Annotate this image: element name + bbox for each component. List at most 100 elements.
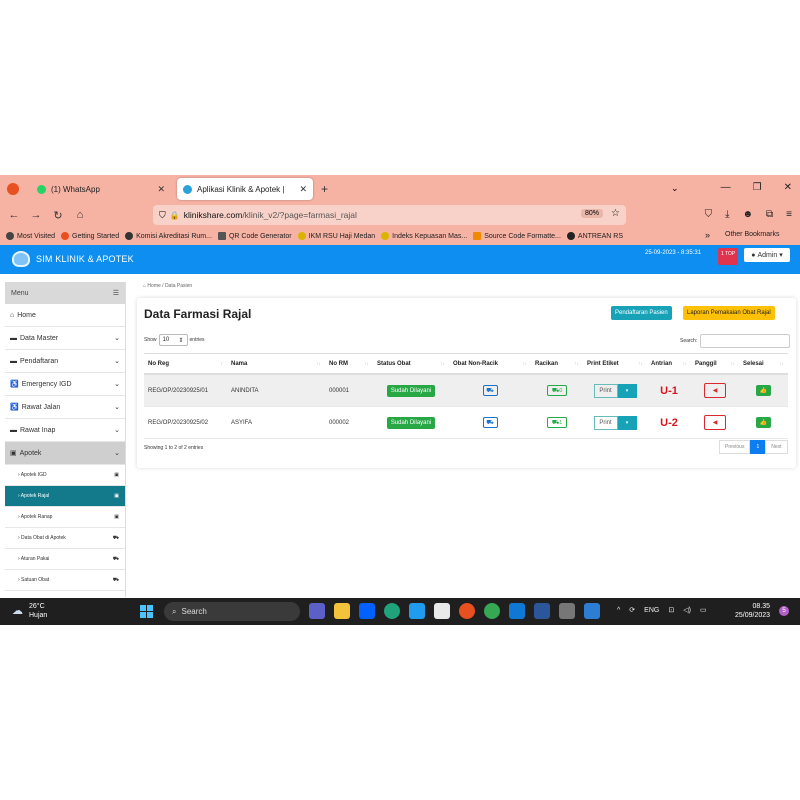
bookmark-komisi[interactable]: Komisi Akreditasi Rum...	[125, 232, 212, 240]
sidebar-item-rawat-inap[interactable]: ▬ Rawat Inap ⌄	[5, 419, 125, 442]
sidebar-subitem[interactable]: › Data Obat di Apotek ⛟	[5, 528, 125, 549]
snipping-tool-icon[interactable]	[584, 603, 600, 619]
sidebar-subitem[interactable]: › Apotek IGD ▣	[5, 465, 125, 486]
chrome-icon[interactable]	[484, 603, 500, 619]
laporan-pemakaian-button[interactable]: Laporan Pemakaian Obat Rajal	[683, 306, 775, 320]
zoom-badge[interactable]: 80%	[580, 209, 603, 218]
battery-icon[interactable]: ▭	[700, 606, 707, 614]
pendaftaran-pasien-button[interactable]: Pendaftaran Pasien	[611, 306, 672, 320]
next-button[interactable]: Next	[765, 440, 788, 454]
other-bookmarks[interactable]: Other Bookmarks	[725, 231, 779, 238]
breadcrumb-home[interactable]: Home	[147, 283, 160, 289]
sidebar-subitem[interactable]: › Apotek Ranap ▣	[5, 507, 125, 528]
user-menu-button[interactable]: ● Admin ▾	[744, 248, 790, 262]
download-icon[interactable]: ⤓	[725, 209, 729, 220]
start-icon[interactable]	[140, 605, 153, 618]
vscode-icon[interactable]	[409, 603, 425, 619]
previous-button[interactable]: Previous	[719, 440, 751, 454]
bookmark-getting-started[interactable]: Getting Started	[61, 232, 119, 240]
close-icon[interactable]: ✕	[157, 184, 165, 195]
tab-whatsapp[interactable]: (1) WhatsApp ✕	[31, 178, 171, 200]
column-header[interactable]: No RM ↑↓	[325, 361, 373, 367]
column-header[interactable]: Selesai ↑↓	[739, 361, 788, 367]
print-button[interactable]: Print	[593, 415, 618, 430]
file-explorer-icon[interactable]	[334, 603, 350, 619]
column-header[interactable]: No Reg ↕	[144, 361, 227, 367]
store-icon[interactable]	[434, 603, 450, 619]
sidebar-item-pendaftaran[interactable]: ▬ Pendaftaran ⌄	[5, 350, 125, 373]
print-dropdown-button[interactable]: ▾	[617, 383, 637, 398]
column-header[interactable]: Status Obat ↑↓	[373, 361, 449, 367]
word-icon[interactable]	[534, 603, 550, 619]
weather-widget[interactable]: ☁ 26°C Hujan	[12, 602, 47, 620]
list-toggle-icon[interactable]: ☰	[113, 289, 119, 297]
extensions-icon[interactable]: ⧉	[766, 209, 773, 220]
dropbox-icon[interactable]	[359, 603, 375, 619]
column-header[interactable]: Obat Non-Racik ↑↓	[449, 361, 531, 367]
obat-non-racik-button[interactable]: ⛟	[482, 417, 498, 428]
sidebar-item-rawat-jalan[interactable]: ♿ Rawat Jalan ⌄	[5, 396, 125, 419]
chevron-up-icon[interactable]: ^	[617, 607, 620, 614]
chevron-down-icon[interactable]: ⌄	[671, 183, 679, 194]
entries-select[interactable]: 10 ⇕	[158, 334, 188, 346]
forward-icon[interactable]: →	[25, 209, 47, 221]
bookmark-ikm[interactable]: IKM RSU Haji Medan	[297, 232, 375, 240]
firefox-taskbar-icon[interactable]	[459, 603, 475, 619]
close-window-icon[interactable]: ✕	[784, 182, 792, 193]
menu-icon[interactable]: ≡	[786, 209, 792, 220]
bookmark-qr-code[interactable]: QR Code Generator	[217, 232, 292, 240]
back-icon[interactable]: ←	[3, 209, 25, 221]
racikan-button[interactable]: ⛟ 0	[547, 385, 567, 396]
racikan-button[interactable]: ⛟ 1	[547, 417, 567, 428]
tab-aplikasi-klinik[interactable]: Aplikasi Klinik & Apotek | ✕	[177, 178, 313, 200]
bookmark-source-code[interactable]: Source Code Formatte...	[473, 232, 561, 240]
volume-icon[interactable]: ◁)	[683, 606, 691, 614]
print-button[interactable]: Print	[593, 383, 618, 398]
teams-icon[interactable]	[309, 603, 325, 619]
minimize-icon[interactable]: —	[721, 182, 731, 193]
column-header[interactable]: Panggil ↑↓	[691, 361, 739, 367]
url-bar[interactable]: ⛉ 🔒 klinikshare.com /klinik_v2/?page=far…	[153, 205, 626, 225]
star-icon[interactable]: ☆	[611, 208, 620, 219]
notification-badge[interactable]: 1 TOP	[718, 248, 739, 265]
panggil-button[interactable]: ◀	[704, 415, 726, 430]
chevron-right-icon[interactable]: »	[705, 230, 710, 240]
bookmark-most-visited[interactable]: Most Visited	[6, 232, 55, 240]
search-input[interactable]	[700, 334, 791, 348]
panggil-button[interactable]: ◀	[704, 383, 726, 398]
home-icon[interactable]: ⌂	[69, 209, 91, 221]
sync-icon[interactable]: ⟳	[629, 606, 635, 614]
edge-icon[interactable]	[384, 603, 400, 619]
sidebar-item-apotek[interactable]: ▣ Apotek ⌄	[5, 442, 125, 465]
bookmark-antrean[interactable]: ANTREAN RS	[566, 232, 623, 240]
bookmark-indeks[interactable]: Indeks Kepuasan Mas...	[381, 232, 467, 240]
sidebar-item-data-master[interactable]: ▬ Data Master ⌄	[5, 327, 125, 350]
column-header[interactable]: Print Etiket ↑↓	[583, 361, 647, 367]
app-name[interactable]: SIM KLINIK & APOTEK	[36, 254, 134, 264]
sidebar-subitem[interactable]: › Aturan Pakai ⛟	[5, 549, 125, 570]
reload-icon[interactable]: ↻	[47, 209, 69, 222]
camera-icon[interactable]	[559, 603, 575, 619]
column-header[interactable]: Antrian ↑↓	[647, 361, 691, 367]
restore-icon[interactable]: ❐	[753, 182, 762, 193]
column-header[interactable]: Racikan ↑↓	[531, 361, 583, 367]
taskbar-search[interactable]: ⌕ Search	[164, 602, 300, 621]
network-icon[interactable]: ⊡	[668, 606, 674, 614]
extension-monkey-icon[interactable]: ☻	[742, 209, 753, 220]
page-button[interactable]: 1	[750, 440, 766, 454]
pocket-icon[interactable]: ⛉	[705, 209, 713, 220]
selesai-button[interactable]: 👍	[756, 385, 771, 396]
column-header[interactable]: Nama ↑↓	[227, 361, 325, 367]
taskbar-clock[interactable]: 08.35 25/09/2023	[735, 602, 770, 620]
language-indicator[interactable]: ENG	[644, 607, 659, 614]
sidebar-item-emergency-igd[interactable]: ♿ Emergency IGD ⌄	[5, 373, 125, 396]
sidebar-subitem[interactable]: › Satuan Obat ⛟	[5, 570, 125, 591]
selesai-button[interactable]: 👍	[756, 417, 771, 428]
close-icon[interactable]: ✕	[299, 184, 307, 195]
new-tab-button[interactable]: +	[321, 182, 328, 196]
mail-icon[interactable]	[509, 603, 525, 619]
sidebar-item-home[interactable]: ⌂ Home	[5, 304, 125, 327]
notification-center-icon[interactable]: 5	[779, 606, 789, 616]
sidebar-subitem[interactable]: › Apotek Rajal ▣	[5, 486, 125, 507]
print-dropdown-button[interactable]: ▾	[617, 415, 637, 430]
